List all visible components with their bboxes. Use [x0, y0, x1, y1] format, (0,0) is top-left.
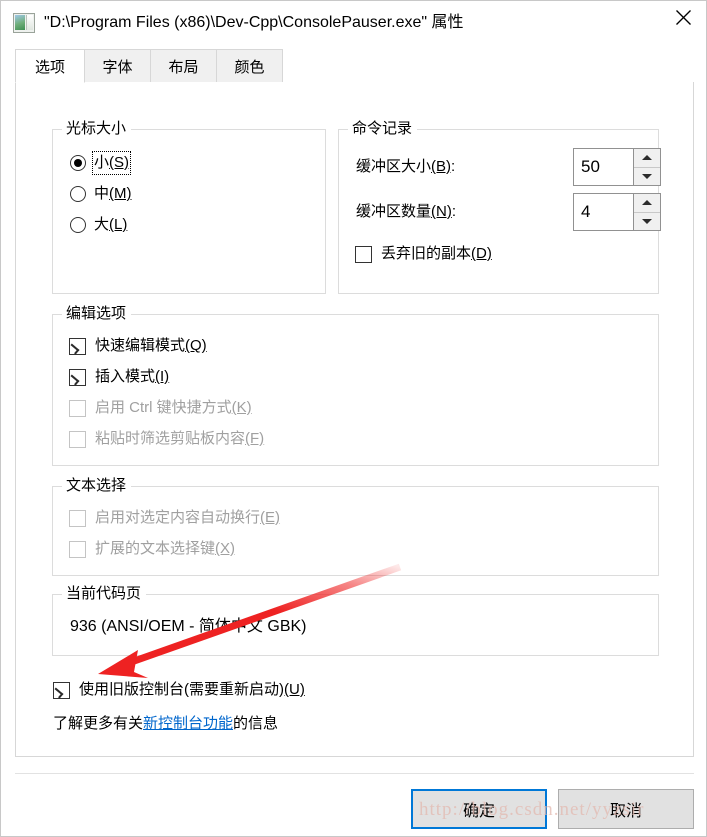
more-info-suffix: 的信息: [233, 715, 279, 732]
new-console-features-link[interactable]: 新控制台功能: [143, 715, 233, 732]
window-title: "D:\Program Files (x86)\Dev-Cpp\ConsoleP…: [44, 14, 464, 31]
checkbox-indicator: [69, 430, 86, 448]
radio-indicator: [70, 217, 86, 233]
checkbox-indicator: [53, 681, 70, 699]
checkbox-discard-old-duplicates-label: 丢弃旧的副本(D): [381, 245, 492, 262]
checkbox-indicator: [69, 399, 86, 417]
buffer-size-stepper[interactable]: 50: [573, 148, 661, 186]
code-page-group: 当前代码页 936 (ANSI/OEM - 简体中文 GBK): [52, 584, 659, 656]
checkbox-insert-mode[interactable]: 插入模式(I): [69, 366, 169, 388]
checkbox-enable-ctrl-shortcuts-label: 启用 Ctrl 键快捷方式(K): [95, 399, 252, 416]
buffer-size-increment-icon[interactable]: [634, 149, 660, 168]
tab-colors[interactable]: 颜色: [216, 49, 283, 83]
footer-divider: [15, 773, 694, 774]
options-tab-panel: 光标大小 小(S) 中(M) 大(L) 命令记录 缓冲区大小(B): 50 缓冲…: [15, 82, 694, 757]
checkbox-use-legacy-console[interactable]: 使用旧版控制台(需要重新启动)(U): [53, 679, 305, 701]
buffer-count-value[interactable]: 4: [574, 194, 633, 230]
buffer-size-decrement-icon[interactable]: [634, 167, 660, 185]
radio-cursor-medium[interactable]: 中(M): [70, 183, 132, 205]
edit-options-legend: 编辑选项: [62, 304, 132, 324]
radio-indicator: [70, 155, 86, 171]
checkbox-enable-ctrl-shortcuts: 启用 Ctrl 键快捷方式(K): [69, 397, 252, 419]
tab-strip: 选项 字体 布局 颜色: [15, 49, 694, 83]
radio-cursor-large[interactable]: 大(L): [70, 214, 127, 236]
buffer-count-decrement-icon[interactable]: [634, 212, 660, 230]
tab-font[interactable]: 字体: [84, 49, 151, 83]
cursor-size-legend: 光标大小: [62, 119, 132, 139]
text-selection-legend: 文本选择: [62, 476, 132, 496]
radio-cursor-large-label: 大(L): [94, 216, 128, 233]
checkbox-indicator: [69, 540, 86, 558]
text-selection-group: 文本选择 启用对选定内容自动换行(E) 扩展的文本选择键(X): [52, 476, 659, 576]
cancel-button-label: 取消: [609, 803, 642, 820]
tab-layout[interactable]: 布局: [150, 49, 217, 83]
radio-indicator: [70, 186, 86, 202]
checkbox-filter-clipboard-on-paste-label: 粘贴时筛选剪贴板内容(F): [95, 430, 265, 447]
checkbox-extended-text-selection-keys: 扩展的文本选择键(X): [69, 538, 235, 560]
tab-colors-label: 颜色: [234, 58, 265, 76]
checkbox-wrap-text-on-selection-label: 启用对选定内容自动换行(E): [95, 509, 281, 526]
radio-cursor-small[interactable]: 小(S): [70, 151, 132, 175]
checkbox-filter-clipboard-on-paste: 粘贴时筛选剪贴板内容(F): [69, 428, 264, 450]
buffer-size-label: 缓冲区大小(B):: [356, 158, 456, 175]
code-page-legend: 当前代码页: [62, 584, 147, 604]
command-history-legend: 命令记录: [348, 119, 418, 139]
code-page-value: 936 (ANSI/OEM - 简体中文 GBK): [70, 618, 307, 635]
buffer-size-value[interactable]: 50: [574, 149, 633, 185]
checkbox-indicator: [69, 368, 86, 386]
tab-options-label: 选项: [34, 58, 65, 76]
radio-cursor-small-label: 小(S): [91, 151, 132, 175]
ok-button-label: 确定: [462, 803, 495, 820]
more-info-line: 了解更多有关新控制台功能的信息: [53, 714, 278, 734]
tab-font-label: 字体: [102, 58, 133, 76]
tab-layout-label: 布局: [168, 58, 199, 76]
radio-cursor-medium-label: 中(M): [94, 185, 132, 202]
command-history-group: 命令记录 缓冲区大小(B): 50 缓冲区数量(N): 4 丢弃旧的副本(D): [338, 119, 661, 294]
cancel-button[interactable]: 取消: [558, 789, 694, 829]
checkbox-indicator: [69, 337, 86, 355]
edit-options-group: 编辑选项 快速编辑模式(Q) 插入模式(I) 启用 Ctrl 键快捷方式(K) …: [52, 304, 659, 466]
checkbox-quick-edit-mode-label: 快速编辑模式(Q): [95, 337, 207, 354]
title-bar: "D:\Program Files (x86)\Dev-Cpp\ConsoleP…: [1, 1, 706, 45]
buffer-count-increment-icon[interactable]: [634, 194, 660, 213]
checkbox-wrap-text-on-selection: 启用对选定内容自动换行(E): [69, 507, 280, 529]
checkbox-indicator: [69, 509, 86, 527]
tab-options[interactable]: 选项: [15, 49, 85, 83]
checkbox-discard-old-duplicates[interactable]: 丢弃旧的副本(D): [355, 243, 492, 265]
ok-button[interactable]: 确定: [411, 789, 547, 829]
buffer-count-label: 缓冲区数量(N):: [356, 203, 457, 220]
checkbox-use-legacy-console-label: 使用旧版控制台(需要重新启动)(U): [79, 681, 305, 698]
close-icon[interactable]: [660, 1, 706, 33]
buffer-count-stepper[interactable]: 4: [573, 193, 661, 231]
more-info-prefix: 了解更多有关: [53, 715, 144, 732]
console-app-icon: [13, 13, 35, 33]
properties-dialog-window: "D:\Program Files (x86)\Dev-Cpp\ConsoleP…: [0, 0, 707, 837]
checkbox-insert-mode-label: 插入模式(I): [95, 368, 170, 385]
cursor-size-group: 光标大小 小(S) 中(M) 大(L): [52, 119, 326, 294]
checkbox-extended-text-selection-keys-label: 扩展的文本选择键(X): [95, 540, 236, 557]
checkbox-indicator: [355, 245, 372, 263]
checkbox-quick-edit-mode[interactable]: 快速编辑模式(Q): [69, 335, 207, 357]
